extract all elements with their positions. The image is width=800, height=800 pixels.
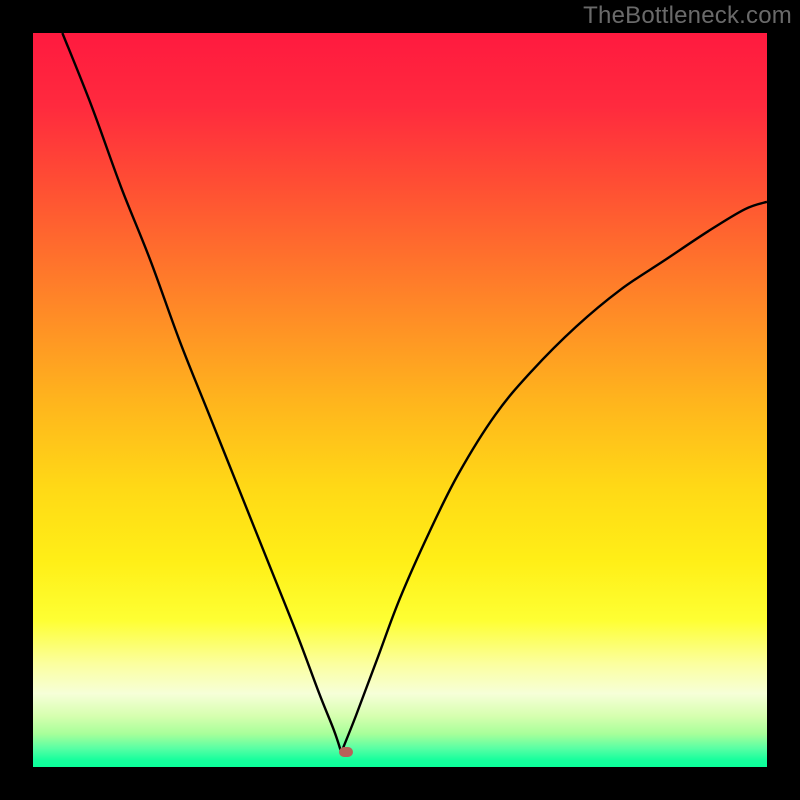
plot-area <box>33 33 767 767</box>
bottleneck-curve <box>33 33 767 767</box>
minimum-marker <box>339 747 353 757</box>
chart-frame: TheBottleneck.com <box>0 0 800 800</box>
watermark-text: TheBottleneck.com <box>583 2 792 30</box>
